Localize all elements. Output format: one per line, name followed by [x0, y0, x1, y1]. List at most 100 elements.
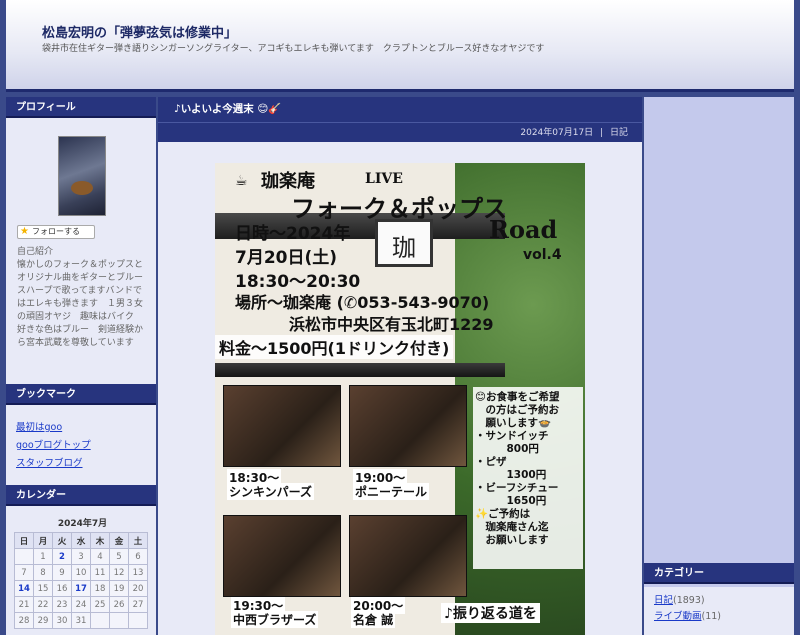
flyer-live: LIVE — [365, 171, 403, 187]
act-photo-2 — [349, 385, 467, 467]
menu-line: 😊お食事をご希望 — [475, 391, 560, 403]
calendar-day: 5 — [109, 548, 129, 565]
calendar-day: 3 — [71, 548, 91, 565]
blog-title[interactable]: 松島宏明の「弾夢弦気は修業中」 — [42, 22, 237, 41]
calendar-weekday: 木 — [90, 532, 110, 549]
category-item-live-video: ライブ動画(11) — [654, 609, 784, 625]
left-sidebar: プロフィール ★ フォローする 自己紹介 懐かしのフォーク＆ポップスとオリジナル… — [6, 97, 156, 635]
category-count: (1893) — [673, 595, 705, 606]
profile-heading: プロフィール — [6, 97, 156, 118]
bookmark-heading: ブックマーク — [6, 384, 156, 405]
calendar-day: 29 — [33, 612, 53, 629]
flyer-road: Road — [489, 215, 558, 244]
calendar-table: 日月火水木金土 1 2 3 4 5 6 7 8 9 10 11 12 13 14 15 16 17 18 19 20 2… — [14, 532, 148, 629]
calendar-weekday: 土 — [128, 532, 148, 549]
bookmark-link-goo[interactable]: 最初はgoo — [16, 419, 146, 437]
calendar-day: 22 — [33, 596, 53, 613]
menu-line: 珈楽庵さん迄 — [475, 521, 549, 533]
coffee-cup-icon: ☕ — [235, 173, 248, 189]
calendar-day: 31 — [71, 612, 91, 629]
profile-avatar[interactable] — [58, 136, 106, 216]
follow-button-label: フォローする — [32, 227, 80, 236]
calendar-day: 20 — [128, 580, 148, 597]
menu-line: 願いします🍲 — [475, 417, 552, 429]
follow-button[interactable]: ★ フォローする — [17, 225, 95, 239]
blog-header: 松島宏明の「弾夢弦気は修業中」 袋井市在住ギター弾き語りシンガーソングライター、… — [6, 0, 794, 92]
category-link-live-video[interactable]: ライブ動画 — [654, 611, 702, 622]
calendar-weekday: 月 — [33, 532, 53, 549]
bookmark-list: 最初はgoo gooブログトップ スタッフブログ — [6, 405, 156, 485]
calendar-day: 15 — [33, 580, 53, 597]
calendar-day: 10 — [71, 564, 91, 581]
post-category-link[interactable]: 日記 — [610, 128, 628, 138]
menu-line: お願いします — [475, 534, 549, 546]
calendar-week: 28 29 30 31 — [14, 612, 148, 629]
calendar-heading: カレンダー — [6, 485, 156, 506]
act-photo-3 — [223, 515, 341, 597]
flyer-shop-sign: 珈 — [375, 219, 433, 267]
calendar-weekday: 水 — [71, 532, 91, 549]
calendar-day: 27 — [128, 596, 148, 613]
menu-line: 1650円 — [475, 495, 547, 507]
calendar-day: 28 — [14, 612, 34, 629]
calendar-day[interactable]: 14 — [14, 580, 34, 597]
blog-description: 袋井市在住ギター弾き語りシンガーソングライター、アコギもエレキも弾いてます クラ… — [42, 44, 545, 54]
calendar-day — [109, 612, 129, 629]
act-photo-4 — [349, 515, 467, 597]
post-date: 2024年07月17日 — [520, 128, 594, 138]
calendar: 2024年7月 日月火水木金土 1 2 3 4 5 6 7 8 9 10 11 12 13 14 15 16 1… — [6, 506, 156, 635]
calendar-day: 19 — [109, 580, 129, 597]
menu-line: ・ビーフシチュー — [475, 482, 559, 494]
calendar-day: 8 — [33, 564, 53, 581]
calendar-week: 123456 — [14, 548, 148, 565]
guitar-icon — [71, 181, 93, 195]
calendar-day — [128, 612, 148, 629]
flyer-price: 料金〜1500円(1ドリンク付き) — [215, 335, 454, 359]
calendar-day[interactable]: 2 — [52, 548, 72, 565]
bookmark-link-staff-blog[interactable]: スタッフブログ — [16, 455, 146, 473]
category-count: (11) — [701, 611, 722, 622]
calendar-day: 21 — [14, 596, 34, 613]
post-title[interactable]: ♪いよいよ今週末 😊🎸 — [158, 97, 642, 122]
calendar-day: 25 — [90, 596, 110, 613]
profile-body: ★ フォローする 自己紹介 懐かしのフォーク＆ポップスとオリジナル曲をギターとブ… — [6, 118, 156, 384]
star-icon: ★ — [20, 226, 29, 237]
bookmark-link-goo-blog-top[interactable]: gooブログトップ — [16, 437, 146, 455]
flyer-address: 浜松市中央区有玉北町1229 — [289, 315, 494, 334]
flyer-date-line2: 7月20日(土) — [235, 248, 338, 268]
act-2-name: ポニーテール — [353, 483, 430, 500]
calendar-day: 18 — [90, 580, 110, 597]
menu-line: 1300円 — [475, 469, 547, 481]
calendar-day: 7 — [14, 564, 34, 581]
act-1-name: シンキンパーズ — [227, 483, 315, 500]
calendar-day: 4 — [90, 548, 110, 565]
flyer-date-line1: 日時〜2024年 — [235, 224, 351, 244]
category-heading: カテゴリー — [644, 563, 794, 584]
calendar-day: 13 — [128, 564, 148, 581]
calendar-day: 9 — [52, 564, 72, 581]
flyer-menu: 😊お食事をご希望 の方はご予約お 願いします🍲 ・サンドイッチ 800円 ・ピザ… — [473, 387, 583, 569]
main-content: ♪いよいよ今週末 😊🎸 2024年07月17日 | 日記 珈 ☕ 珈楽庵 LIV… — [158, 97, 642, 635]
calendar-day — [90, 612, 110, 629]
act-4-name: 名倉 誠 — [351, 611, 396, 628]
menu-line: 800円 — [475, 443, 539, 455]
act-3-name: 中西ブラザーズ — [231, 611, 319, 628]
calendar-weekday: 金 — [109, 532, 129, 549]
menu-line: の方はご予約お — [475, 404, 559, 416]
calendar-day: 23 — [52, 596, 72, 613]
event-flyer-image[interactable]: 珈 ☕ 珈楽庵 LIVE フォーク＆ポップス Road vol.4 日時〜202… — [215, 163, 585, 635]
calendar-weekday: 日 — [14, 532, 34, 549]
act-photo-1 — [223, 385, 341, 467]
calendar-day: 11 — [90, 564, 110, 581]
calendar-day: 16 — [52, 580, 72, 597]
post-meta-separator: | — [600, 128, 604, 138]
calendar-day: 30 — [52, 612, 72, 629]
calendar-day: 12 — [109, 564, 129, 581]
calendar-day: 24 — [71, 596, 91, 613]
flyer-roof-lower — [215, 363, 505, 377]
calendar-day: 6 — [128, 548, 148, 565]
calendar-day[interactable]: 17 — [71, 580, 91, 597]
category-link-diary[interactable]: 日記 — [654, 595, 673, 606]
calendar-month: 2024年7月 — [57, 519, 108, 529]
flyer-sign-char: 珈 — [392, 234, 416, 262]
